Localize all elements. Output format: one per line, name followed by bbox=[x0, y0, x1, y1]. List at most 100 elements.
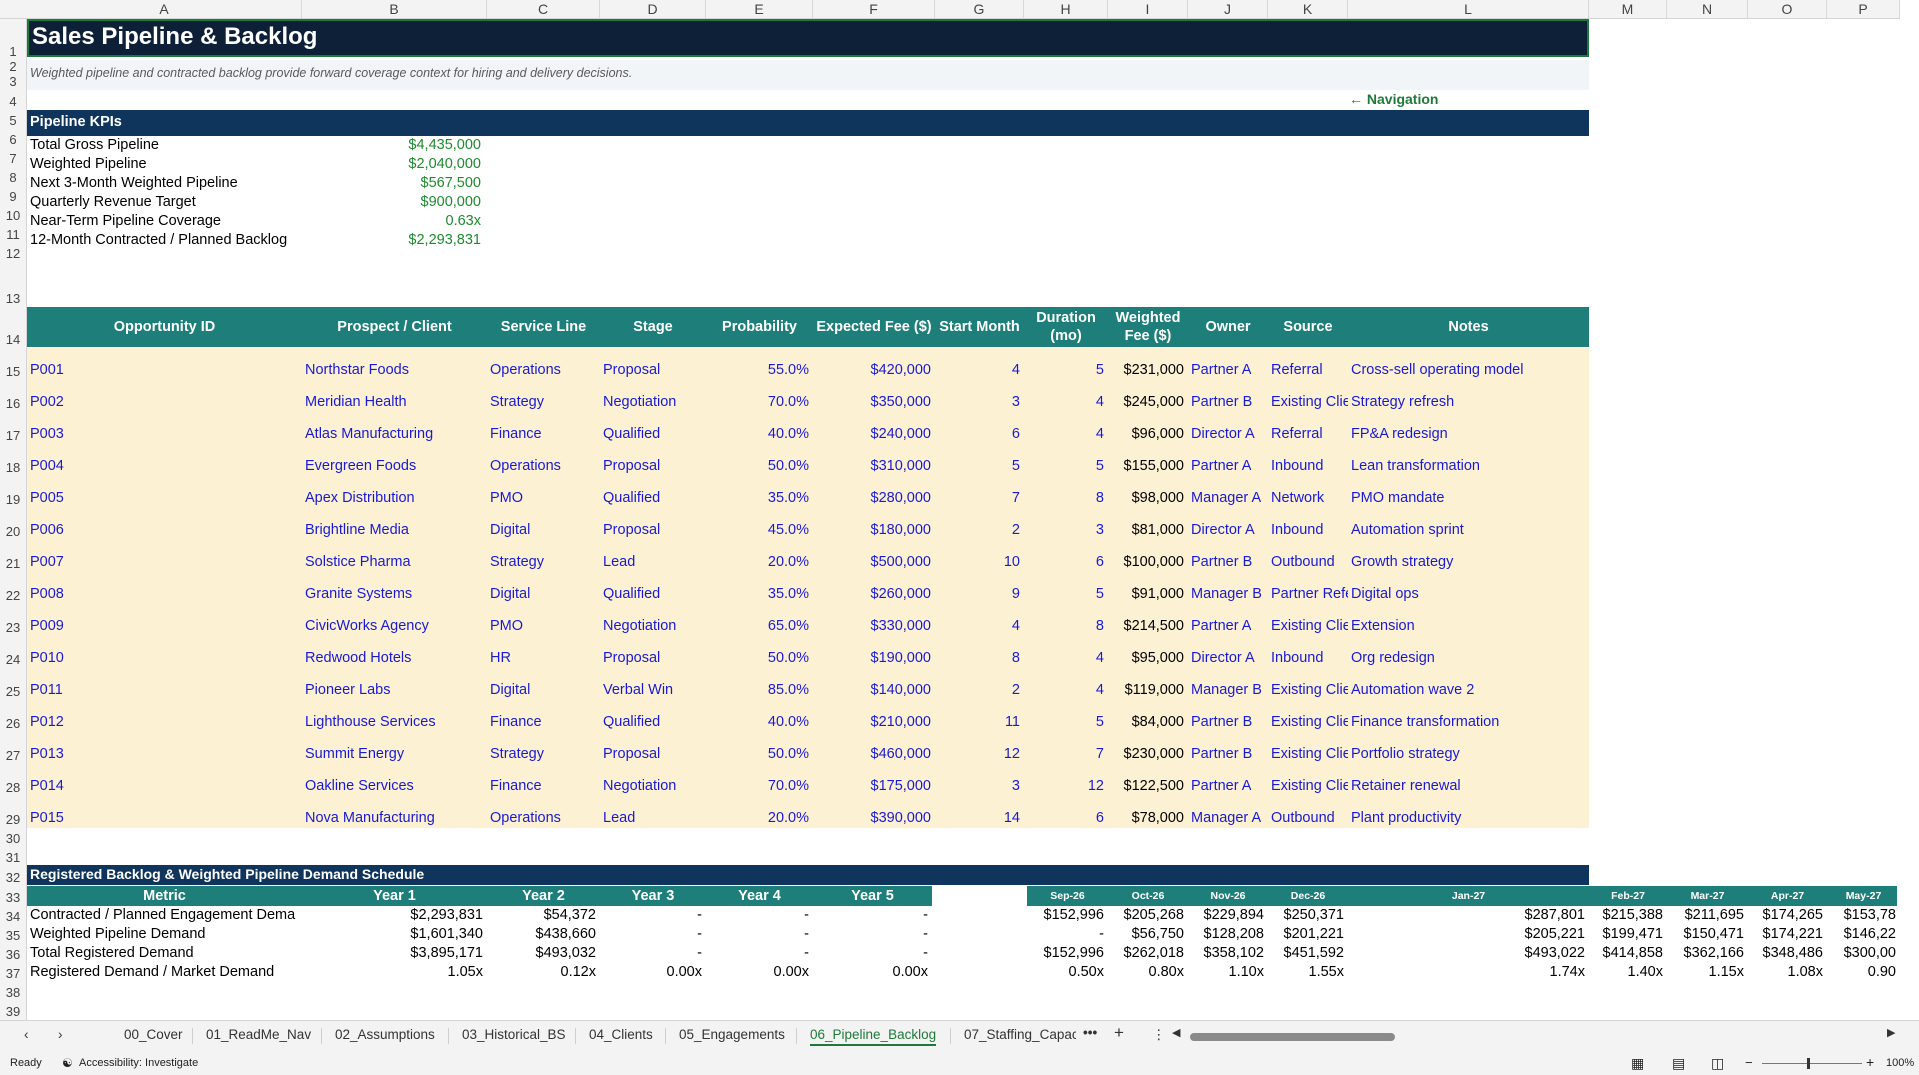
row-header-35[interactable]: 35 bbox=[0, 925, 26, 944]
row-header-38[interactable]: 38 bbox=[0, 982, 26, 1001]
zoom-slider-thumb[interactable] bbox=[1807, 1058, 1810, 1069]
table-cell[interactable]: 6 bbox=[1024, 808, 1104, 828]
row-header-7[interactable]: 7 bbox=[0, 148, 26, 167]
schedule-year-value[interactable]: - bbox=[706, 944, 809, 963]
schedule-heading[interactable]: Year 5 bbox=[813, 886, 932, 906]
column-heading[interactable]: Notes bbox=[1348, 307, 1589, 347]
schedule-month-value[interactable]: $153,78 bbox=[1827, 906, 1896, 925]
schedule-year-value[interactable]: - bbox=[706, 925, 809, 944]
table-cell[interactable]: Proposal bbox=[603, 648, 706, 668]
table-cell[interactable]: $350,000 bbox=[813, 392, 931, 412]
table-cell[interactable]: $95,000 bbox=[1108, 648, 1184, 668]
table-cell[interactable]: $122,500 bbox=[1108, 776, 1184, 796]
table-cell[interactable]: PMO bbox=[490, 488, 600, 508]
table-cell[interactable]: 5 bbox=[1024, 712, 1104, 732]
schedule-year-value[interactable]: 1.05x bbox=[302, 963, 483, 982]
table-cell[interactable]: Retainer renewal bbox=[1351, 776, 1589, 796]
table-cell[interactable]: $78,000 bbox=[1108, 808, 1184, 828]
table-cell[interactable]: Oakline Services bbox=[305, 776, 487, 796]
table-cell[interactable]: $84,000 bbox=[1108, 712, 1184, 732]
table-cell[interactable]: CivicWorks Agency bbox=[305, 616, 487, 636]
table-cell[interactable]: Finance bbox=[490, 712, 600, 732]
schedule-month-value[interactable]: $146,22 bbox=[1827, 925, 1896, 944]
table-cell[interactable]: Partner Refe bbox=[1271, 584, 1348, 604]
table-cell[interactable]: $460,000 bbox=[813, 744, 931, 764]
schedule-month-heading[interactable]: Apr-27 bbox=[1748, 886, 1827, 906]
navigation-link[interactable]: ← Navigation bbox=[1349, 91, 1438, 107]
table-cell[interactable]: Evergreen Foods bbox=[305, 456, 487, 476]
table-cell[interactable]: Referral bbox=[1271, 360, 1348, 380]
table-cell[interactable]: FP&A redesign bbox=[1351, 424, 1589, 444]
table-cell[interactable]: 7 bbox=[1024, 744, 1104, 764]
table-cell[interactable]: $155,000 bbox=[1108, 456, 1184, 476]
table-cell[interactable]: 8 bbox=[1024, 488, 1104, 508]
table-cell[interactable]: $98,000 bbox=[1108, 488, 1184, 508]
column-header-J[interactable]: J bbox=[1188, 0, 1268, 18]
table-cell[interactable]: Automation wave 2 bbox=[1351, 680, 1589, 700]
schedule-month-value[interactable]: 1.08x bbox=[1748, 963, 1823, 982]
table-cell[interactable]: Growth strategy bbox=[1351, 552, 1589, 572]
worksheet-grid[interactable]: ABCDEFGHIJKLMNOP 1 2 3 4 5 6 7 8 9 10 11 12 13 14 15 16… bbox=[0, 0, 1900, 1020]
table-cell[interactable]: P004 bbox=[30, 456, 302, 476]
table-cell[interactable]: 3 bbox=[935, 776, 1020, 796]
table-cell[interactable]: Partner B bbox=[1191, 552, 1268, 572]
row-header-25[interactable]: 25 bbox=[0, 668, 26, 700]
table-cell[interactable]: 4 bbox=[1024, 648, 1104, 668]
page-layout-icon[interactable]: ▤ bbox=[1672, 1055, 1685, 1072]
tab-04_clients[interactable]: 04_Clients bbox=[589, 1027, 653, 1042]
schedule-year-value[interactable]: - bbox=[706, 906, 809, 925]
table-cell[interactable]: $100,000 bbox=[1108, 552, 1184, 572]
column-header-G[interactable]: G bbox=[935, 0, 1024, 18]
table-cell[interactable]: 50.0% bbox=[706, 648, 809, 668]
table-cell[interactable]: 6 bbox=[1024, 552, 1104, 572]
table-cell[interactable]: 55.0% bbox=[706, 360, 809, 380]
table-cell[interactable]: 70.0% bbox=[706, 776, 809, 796]
table-cell[interactable]: 4 bbox=[1024, 392, 1104, 412]
schedule-month-heading[interactable]: Jan-27 bbox=[1348, 886, 1589, 906]
schedule-month-value[interactable]: $152,996 bbox=[1027, 906, 1104, 925]
table-cell[interactable]: Summit Energy bbox=[305, 744, 487, 764]
schedule-month-value[interactable]: $493,022 bbox=[1348, 944, 1585, 963]
schedule-month-value[interactable]: $205,221 bbox=[1348, 925, 1585, 944]
schedule-month-heading[interactable]: Nov-26 bbox=[1188, 886, 1268, 906]
column-heading[interactable]: Opportunity ID bbox=[27, 307, 302, 347]
column-header-E[interactable]: E bbox=[706, 0, 813, 18]
tab-03_historical_bs[interactable]: 03_Historical_BS bbox=[462, 1027, 566, 1042]
row-header-16[interactable]: 16 bbox=[0, 380, 26, 412]
zoom-level[interactable]: 100% bbox=[1886, 1057, 1914, 1069]
row-header-15[interactable]: 15 bbox=[0, 348, 26, 380]
table-cell[interactable]: $210,000 bbox=[813, 712, 931, 732]
table-cell[interactable]: Existing Clie bbox=[1271, 744, 1348, 764]
schedule-month-value[interactable]: $362,166 bbox=[1667, 944, 1744, 963]
tab-00_cover[interactable]: 00_Cover bbox=[124, 1027, 183, 1042]
schedule-month-value[interactable]: $174,265 bbox=[1748, 906, 1823, 925]
table-cell[interactable]: Inbound bbox=[1271, 456, 1348, 476]
schedule-year-value[interactable]: $54,372 bbox=[487, 906, 596, 925]
table-cell[interactable]: Apex Distribution bbox=[305, 488, 487, 508]
table-cell[interactable]: Strategy bbox=[490, 392, 600, 412]
table-cell[interactable]: Proposal bbox=[603, 360, 706, 380]
table-cell[interactable]: 65.0% bbox=[706, 616, 809, 636]
table-cell[interactable]: Proposal bbox=[603, 520, 706, 540]
table-cell[interactable]: $231,000 bbox=[1108, 360, 1184, 380]
table-cell[interactable]: $330,000 bbox=[813, 616, 931, 636]
column-heading[interactable]: Prospect / Client bbox=[302, 307, 487, 347]
schedule-year-value[interactable]: - bbox=[600, 944, 702, 963]
column-heading[interactable]: Source bbox=[1268, 307, 1348, 347]
table-cell[interactable]: PMO bbox=[490, 616, 600, 636]
column-heading[interactable]: Duration (mo) bbox=[1024, 307, 1108, 347]
table-cell[interactable]: 2 bbox=[935, 680, 1020, 700]
table-cell[interactable]: 70.0% bbox=[706, 392, 809, 412]
table-cell[interactable]: Plant productivity bbox=[1351, 808, 1589, 828]
table-cell[interactable]: P001 bbox=[30, 360, 302, 380]
table-cell[interactable]: Existing Clie bbox=[1271, 392, 1348, 412]
table-cell[interactable]: 5 bbox=[1024, 584, 1104, 604]
table-cell[interactable]: Existing Clie bbox=[1271, 776, 1348, 796]
table-cell[interactable]: 50.0% bbox=[706, 456, 809, 476]
schedule-heading[interactable]: Year 2 bbox=[487, 886, 600, 906]
table-cell[interactable]: Portfolio strategy bbox=[1351, 744, 1589, 764]
schedule-year-value[interactable]: - bbox=[600, 906, 702, 925]
table-cell[interactable]: 12 bbox=[1024, 776, 1104, 796]
schedule-heading[interactable]: Metric bbox=[27, 886, 302, 906]
schedule-month-heading[interactable]: Sep-26 bbox=[1027, 886, 1108, 906]
